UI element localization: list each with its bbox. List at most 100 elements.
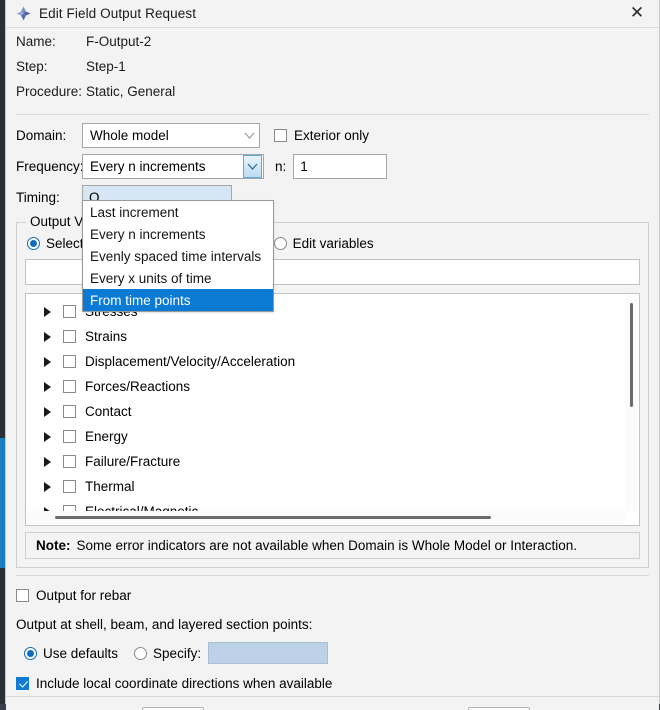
- tree-row[interactable]: Contact: [26, 399, 625, 424]
- include-local-coord-checkbox[interactable]: Include local coordinate directions when…: [16, 676, 332, 691]
- output-variables-tree[interactable]: Stresses Strains Displacement/Velocity/A…: [25, 293, 640, 526]
- note-text: Some error indicators are not available …: [76, 538, 578, 553]
- expand-triangle-icon[interactable]: [44, 331, 51, 342]
- title-bar: Edit Field Output Request ✕: [6, 0, 659, 28]
- abaqus-diamond-icon: [15, 5, 32, 22]
- radio-dot: [134, 646, 148, 660]
- dialog-body: Name: F-Output-2 Step: Step-1 Procedure:…: [6, 28, 659, 696]
- separator: [16, 114, 649, 115]
- exterior-only-checkbox[interactable]: Exterior only: [274, 128, 369, 143]
- include-local-coord-label: Include local coordinate directions when…: [36, 675, 333, 691]
- n-label: n:: [275, 158, 287, 174]
- local-coord-row: Include local coordinate directions when…: [16, 670, 649, 696]
- frequency-row: Frequency: Every n increments n: 1: [16, 152, 649, 180]
- section-points-options-row: Use defaults Specify:: [16, 640, 649, 666]
- name-label: Name:: [16, 34, 56, 49]
- name-value: F-Output-2: [86, 34, 152, 49]
- step-value: Step-1: [86, 59, 126, 74]
- checkbox-box[interactable]: [63, 355, 76, 368]
- tree-item-label: Forces/Reactions: [85, 379, 191, 394]
- exterior-only-label: Exterior only: [294, 127, 370, 143]
- domain-label: Domain:: [16, 127, 67, 143]
- tree-item-label: Failure/Fracture: [85, 454, 181, 469]
- tree-row[interactable]: Electrical/Magnetic: [26, 499, 625, 511]
- tree-item-label: Energy: [85, 429, 128, 444]
- n-input-value: 1: [300, 158, 308, 174]
- expand-triangle-icon[interactable]: [44, 381, 51, 392]
- tree-row[interactable]: Strains: [26, 324, 625, 349]
- dropdown-option-evenly-spaced-time-intervals[interactable]: Evenly spaced time intervals: [83, 245, 273, 267]
- expand-triangle-icon[interactable]: [44, 406, 51, 417]
- tree-item-label: Strains: [85, 329, 128, 344]
- tree-items: Stresses Strains Displacement/Velocity/A…: [26, 299, 625, 511]
- timing-label: Timing:: [16, 189, 60, 205]
- tree-vertical-scrollbar[interactable]: [625, 295, 638, 511]
- specify-input[interactable]: [208, 642, 329, 664]
- dropdown-option-every-x-units-of-time[interactable]: Every x units of time: [83, 267, 273, 289]
- tree-row[interactable]: Thermal: [26, 474, 625, 499]
- scrollbar-thumb[interactable]: [55, 516, 491, 519]
- procedure-row: Procedure: Static, General: [16, 84, 649, 109]
- checkbox-box[interactable]: [63, 380, 76, 393]
- frequency-select[interactable]: Every n increments: [82, 153, 264, 179]
- tree-horizontal-scrollbar[interactable]: [27, 511, 625, 524]
- section-points-label: Output at shell, beam, and layered secti…: [16, 616, 313, 632]
- output-for-rebar-checkbox[interactable]: Output for rebar: [16, 588, 131, 603]
- step-row: Step: Step-1: [16, 59, 649, 84]
- tree-item-label: Displacement/Velocity/Acceleration: [85, 354, 296, 369]
- dialog-footer: OK Cancel: [6, 696, 659, 710]
- tree-row[interactable]: Energy: [26, 424, 625, 449]
- tree-item-label: Electrical/Magnetic: [85, 504, 198, 511]
- tree-row[interactable]: Displacement/Velocity/Acceleration: [26, 349, 625, 374]
- expand-triangle-icon[interactable]: [44, 431, 51, 442]
- tree-row[interactable]: Forces/Reactions: [26, 374, 625, 399]
- scrollbar-thumb[interactable]: [630, 303, 633, 407]
- dropdown-option-last-increment[interactable]: Last increment: [83, 201, 273, 223]
- tree-item-label: Contact: [85, 404, 132, 419]
- bottom-section: Output for rebar Output at shell, beam, …: [16, 582, 649, 696]
- radio-dot: [273, 236, 287, 250]
- frequency-label: Frequency:: [16, 158, 84, 174]
- window-title: Edit Field Output Request: [39, 6, 197, 21]
- output-for-rebar-label: Output for rebar: [36, 587, 132, 603]
- frequency-selected-value: Every n increments: [90, 158, 206, 174]
- checkbox-box[interactable]: [63, 405, 76, 418]
- checkbox-box[interactable]: [63, 480, 76, 493]
- radio-use-defaults[interactable]: Use defaults: [24, 646, 118, 661]
- n-input[interactable]: 1: [293, 153, 388, 179]
- checkbox-box: [16, 676, 29, 690]
- close-icon[interactable]: ✕: [615, 0, 659, 28]
- separator: [16, 575, 649, 576]
- expand-triangle-icon[interactable]: [44, 356, 51, 367]
- note-bar: Note: Some error indicators are not avai…: [25, 532, 640, 559]
- radio-use-defaults-label: Use defaults: [43, 645, 119, 661]
- checkbox-box[interactable]: [63, 330, 76, 343]
- radio-specify-label: Specify:: [153, 645, 202, 661]
- radio-edit-variables[interactable]: Edit variables: [273, 235, 374, 251]
- edit-field-output-request-dialog: Edit Field Output Request ✕ Name: F-Outp…: [5, 0, 660, 710]
- checkbox-box[interactable]: [63, 305, 76, 318]
- frequency-dropdown-list[interactable]: Last increment Every n increments Evenly…: [82, 200, 274, 312]
- checkbox-box[interactable]: [63, 430, 76, 443]
- note-prefix: Note:: [36, 538, 71, 553]
- dropdown-option-from-time-points[interactable]: From time points: [83, 289, 273, 311]
- dropdown-option-every-n-increments[interactable]: Every n increments: [83, 223, 273, 245]
- radio-specify[interactable]: Specify:: [134, 646, 201, 661]
- checkbox-box: [274, 128, 287, 142]
- checkbox-box[interactable]: [63, 455, 76, 468]
- expand-triangle-icon[interactable]: [44, 306, 51, 317]
- expand-triangle-icon[interactable]: [44, 481, 51, 492]
- radio-dot: [24, 646, 37, 660]
- domain-selected-value: Whole model: [90, 127, 169, 143]
- tree-item-label: Thermal: [85, 479, 135, 494]
- radio-edit-variables-label: Edit variables: [292, 235, 374, 251]
- chevron-down-icon: [243, 154, 262, 178]
- procedure-value: Static, General: [86, 84, 176, 99]
- tree-row[interactable]: Failure/Fracture: [26, 449, 625, 474]
- expand-triangle-icon[interactable]: [44, 456, 51, 467]
- domain-select[interactable]: Whole model: [82, 122, 260, 148]
- screen: Edit Field Output Request ✕ Name: F-Outp…: [0, 0, 660, 710]
- rebar-row: Output for rebar: [16, 582, 649, 608]
- checkbox-box: [16, 588, 29, 602]
- step-label: Step:: [16, 59, 48, 74]
